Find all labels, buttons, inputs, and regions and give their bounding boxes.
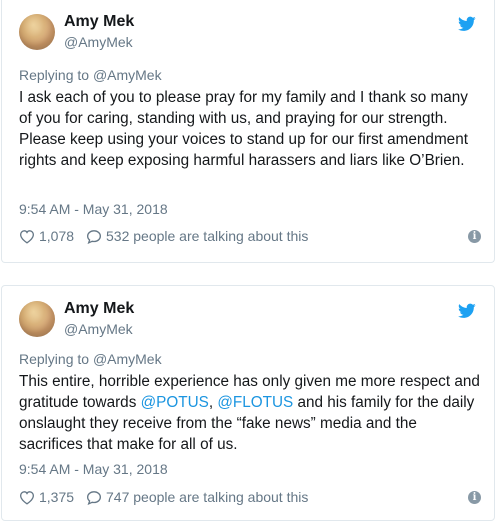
author-name[interactable]: Amy Mek — [64, 300, 134, 318]
tweet-text: I ask each of you to please pray for my … — [19, 87, 481, 171]
action-bar: 1,078 532 people are talking about this … — [19, 227, 481, 247]
speech-bubble-icon[interactable] — [86, 229, 102, 244]
talking-count[interactable]: 747 people are talking about this — [106, 489, 308, 505]
author-handle[interactable]: @AmyMek — [64, 34, 133, 50]
avatar[interactable] — [19, 301, 55, 337]
avatar[interactable] — [19, 14, 55, 50]
mention-link-flotus[interactable]: @FLOTUS — [217, 394, 293, 411]
replying-to: Replying to @AmyMek — [19, 351, 162, 367]
author-handle[interactable]: @AmyMek — [64, 321, 133, 337]
info-icon[interactable]: i — [468, 491, 481, 504]
like-count[interactable]: 1,375 — [39, 489, 74, 505]
replying-prefix: Replying to — [19, 351, 93, 367]
twitter-bird-icon[interactable] — [458, 303, 476, 319]
author-name[interactable]: Amy Mek — [64, 13, 134, 31]
replying-handle-link[interactable]: @AmyMek — [93, 67, 162, 83]
replying-to: Replying to @AmyMek — [19, 67, 162, 83]
replying-prefix: Replying to — [19, 67, 93, 83]
tweet-card: Amy Mek @AmyMek Replying to @AmyMek This… — [1, 285, 495, 521]
twitter-bird-icon[interactable] — [458, 16, 476, 32]
action-bar: 1,375 747 people are talking about this … — [19, 488, 481, 508]
mention-link-potus[interactable]: @POTUS — [141, 394, 209, 411]
speech-bubble-icon[interactable] — [86, 490, 102, 505]
like-count[interactable]: 1,078 — [39, 228, 74, 244]
heart-icon[interactable] — [19, 490, 35, 505]
replying-handle-link[interactable]: @AmyMek — [93, 351, 162, 367]
tweet-text: This entire, horrible experience has onl… — [19, 371, 481, 455]
info-icon[interactable]: i — [468, 230, 481, 243]
heart-icon[interactable] — [19, 229, 35, 244]
talking-count[interactable]: 532 people are talking about this — [106, 228, 308, 244]
tweet-card: Amy Mek @AmyMek Replying to @AmyMek I as… — [1, 0, 495, 263]
tweet-text-segment: I ask each of you to please pray for my … — [19, 89, 468, 169]
timestamp[interactable]: 9:54 AM - May 31, 2018 — [19, 461, 168, 477]
tweet-separator — [0, 264, 498, 284]
timestamp[interactable]: 9:54 AM - May 31, 2018 — [19, 201, 168, 217]
